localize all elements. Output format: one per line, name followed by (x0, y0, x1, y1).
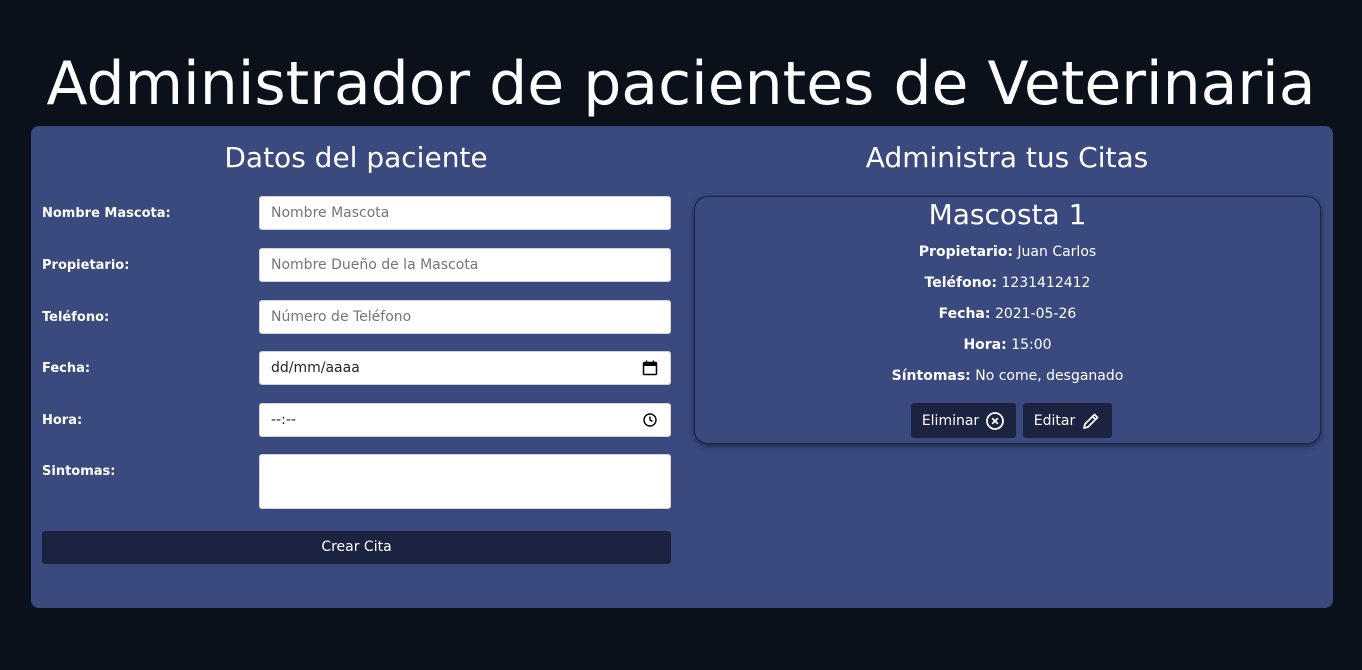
cita-card-title: Mascosta 1 (928, 198, 1087, 231)
propietario-input[interactable] (259, 248, 671, 282)
cita-detail-label: Síntomas: (891, 368, 971, 384)
cita-detail-sintomas: Síntomas: No come, desganado (695, 366, 1320, 386)
label-fecha: Fecha: (42, 361, 91, 376)
hora-input[interactable]: --:-- (259, 403, 671, 437)
page-title: Administrador de pacientes de Veterinari… (46, 49, 1316, 119)
cita-card: Mascosta 1 Propietario: Juan Carlos Telé… (694, 196, 1321, 444)
label-propietario: Propietario: (42, 258, 130, 273)
editar-label: Editar (1033, 412, 1076, 429)
cita-detail-telefono: Teléfono: 1231412412 (695, 273, 1320, 293)
cita-detail-fecha: Fecha: 2021-05-26 (695, 304, 1320, 324)
citas-title: Administra tus Citas (865, 141, 1149, 174)
cita-detail-label: Propietario: (918, 244, 1013, 260)
field-row-telefono: Teléfono: (42, 300, 671, 334)
x-circle-icon (986, 411, 1005, 430)
form-title: Datos del paciente (224, 141, 488, 174)
clock-icon[interactable] (642, 412, 658, 428)
label-hora: Hora: (42, 413, 83, 428)
cita-detail-value: 1231412412 (1001, 275, 1091, 291)
field-row-fecha: Fecha: dd/mm/aaaa (42, 351, 671, 385)
fecha-value: dd/mm/aaaa (271, 360, 360, 376)
pencil-icon (1083, 413, 1099, 429)
editar-button[interactable]: Editar (1023, 403, 1112, 438)
field-row-sintomas: Sintomas: (42, 454, 671, 509)
eliminar-button[interactable]: Eliminar (911, 403, 1016, 438)
label-telefono: Teléfono: (42, 310, 110, 325)
fecha-input[interactable]: dd/mm/aaaa (259, 351, 671, 385)
cita-detail-propietario: Propietario: Juan Carlos (695, 242, 1320, 262)
cita-detail-value: 2021-05-26 (994, 306, 1077, 322)
calendar-icon[interactable] (642, 360, 658, 376)
field-row-propietario: Propietario: (42, 248, 671, 282)
field-row-hora: Hora: --:-- (42, 403, 671, 437)
cita-detail-hora: Hora: 15:00 (695, 335, 1320, 355)
field-row-nombre-mascota: Nombre Mascota: (42, 196, 671, 230)
main-panel: Datos del paciente Nombre Mascota: Propi… (31, 126, 1333, 608)
cita-detail-value: 15:00 (1011, 337, 1052, 353)
cita-detail-value: No come, desganado (975, 368, 1124, 384)
sintomas-textarea[interactable] (259, 454, 671, 509)
label-sintomas: Sintomas: (42, 464, 116, 479)
crear-cita-button[interactable]: Crear Cita (42, 531, 671, 564)
cita-detail-label: Hora: (963, 337, 1007, 353)
eliminar-label: Eliminar (921, 412, 980, 429)
hora-value: --:-- (271, 412, 296, 428)
telefono-input[interactable] (259, 300, 671, 334)
label-nombre-mascota: Nombre Mascota: (42, 206, 171, 221)
cita-detail-value: Juan Carlos (1017, 244, 1097, 260)
nombre-mascota-input[interactable] (259, 196, 671, 230)
cita-detail-label: Teléfono: (924, 275, 997, 291)
cita-detail-label: Fecha: (938, 306, 991, 322)
